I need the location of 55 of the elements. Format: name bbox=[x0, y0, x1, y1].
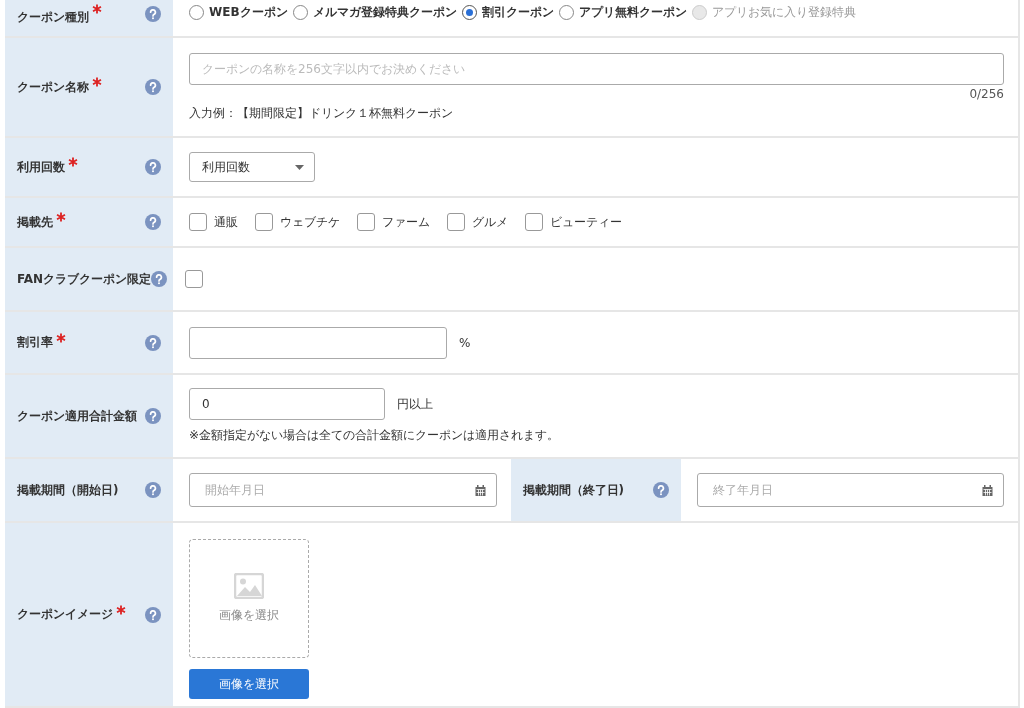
field-label: クーポン適用合計金額 bbox=[17, 407, 137, 425]
help-icon[interactable] bbox=[151, 271, 168, 287]
radio-label: アプリお気に入り登録特典 bbox=[711, 4, 856, 21]
help-icon[interactable] bbox=[145, 79, 161, 95]
unit-label: 円以上 bbox=[397, 395, 433, 413]
checkbox[interactable] bbox=[525, 213, 543, 231]
unit-label: % bbox=[459, 335, 471, 350]
usage-count-dropdown[interactable]: 利用回数 bbox=[189, 152, 315, 182]
calendar-icon[interactable] bbox=[982, 484, 993, 496]
radio-label[interactable]: メルマガ登録特典クーポン bbox=[312, 4, 457, 21]
image-drop-area[interactable]: 画像を選択 bbox=[189, 539, 309, 658]
checkbox[interactable] bbox=[185, 270, 203, 288]
radio-label[interactable]: 割引クーポン bbox=[481, 4, 554, 21]
field-label: 掲載期間（終了日) bbox=[522, 481, 624, 499]
radio-button[interactable] bbox=[558, 5, 574, 20]
field-label: FANクラブクーポン限定 bbox=[17, 270, 152, 288]
calendar-icon[interactable] bbox=[474, 484, 486, 496]
checkbox-label[interactable]: ウェブチケ bbox=[280, 213, 340, 231]
amount-input[interactable]: 0 bbox=[189, 388, 385, 420]
checkbox-label[interactable]: 通販 bbox=[214, 213, 238, 231]
discount-rate-input[interactable] bbox=[189, 326, 447, 359]
checkbox[interactable] bbox=[189, 213, 207, 231]
field-label: 利用回数 bbox=[17, 158, 65, 176]
char-counter: 0/256 bbox=[968, 86, 1004, 101]
radio-button[interactable] bbox=[292, 5, 308, 20]
amount-note: ※金額指定がない場合は全ての合計金額にクーポンは適用されます。 bbox=[189, 427, 561, 444]
help-icon[interactable] bbox=[145, 482, 161, 498]
field-label: 掲載期間（開始日) bbox=[17, 481, 119, 499]
field-label: クーポン名称 bbox=[17, 78, 89, 96]
select-image-button[interactable]: 画像を選択 bbox=[189, 669, 309, 699]
radio-button[interactable] bbox=[189, 5, 204, 20]
help-icon[interactable] bbox=[652, 482, 669, 498]
name-input-field[interactable]: クーポンの名称を256文字以内でお決めください bbox=[189, 52, 1004, 85]
image-icon bbox=[234, 573, 264, 599]
help-icon[interactable] bbox=[145, 606, 161, 623]
checkbox[interactable] bbox=[255, 213, 273, 231]
help-icon[interactable] bbox=[145, 6, 161, 22]
radio-label[interactable]: アプリ無料クーポン bbox=[578, 4, 687, 21]
checkbox[interactable] bbox=[447, 213, 465, 231]
radio-label[interactable]: WEBクーポン bbox=[209, 4, 288, 21]
help-icon[interactable] bbox=[145, 334, 161, 351]
help-icon[interactable] bbox=[145, 408, 161, 424]
caret-icon bbox=[295, 164, 304, 170]
radio-button[interactable] bbox=[461, 5, 477, 20]
field-label: 割引率 bbox=[17, 334, 53, 351]
checkbox[interactable] bbox=[357, 213, 375, 231]
checkbox-label[interactable]: グルメ bbox=[472, 213, 508, 231]
checkbox-label[interactable]: ビューティー bbox=[550, 213, 622, 231]
field-label: 掲載先 bbox=[17, 213, 53, 231]
checkbox-label[interactable]: ファーム bbox=[382, 213, 430, 231]
help-icon[interactable] bbox=[145, 214, 161, 230]
example-hint: 入力例：【期間限定】ドリンク１杯無料クーポン bbox=[189, 104, 454, 122]
help-icon[interactable] bbox=[145, 159, 161, 175]
field-label: クーポン種別 bbox=[17, 9, 89, 26]
field-label: クーポンイメージ bbox=[17, 606, 113, 623]
